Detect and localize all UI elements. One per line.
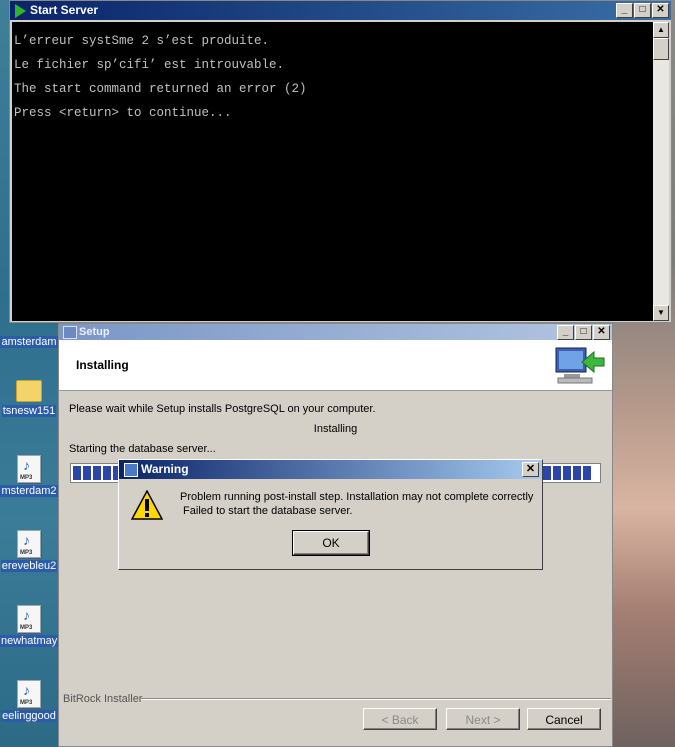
scroll-down-button[interactable]: ▼ [653,305,669,321]
progress-block [583,466,591,480]
installer-brand: BitRock Installer [63,693,146,705]
maximize-button[interactable]: □ [634,3,651,18]
next-button[interactable]: Next > [446,708,520,730]
close-button[interactable]: ✕ [522,462,539,477]
minimize-button[interactable]: _ [557,325,574,340]
cancel-button[interactable]: Cancel [527,708,601,730]
setup-heading: Installing [76,358,129,372]
console-line: L’erreur systSme 2 s’est produite. [14,34,270,48]
warning-titlebar[interactable]: Warning ✕ [119,460,542,479]
console-line: Press <return> to continue... [14,106,232,120]
setup-header: Installing [59,340,612,391]
setup-description: Please wait while Setup installs Postgre… [69,403,376,415]
folder-icon [16,380,42,402]
mp3-file-icon: ♪ MP3 [17,680,41,708]
setup-titlebar[interactable]: Setup _ □ ✕ [59,324,612,340]
progress-block [553,466,561,480]
warning-icon [131,490,163,520]
desktop-icon-label: amsterdam [0,336,58,348]
progress-block [563,466,571,480]
desktop-icon-label: tsnesw151 [1,405,57,417]
scroll-thumb[interactable] [653,38,669,60]
progress-block [83,466,91,480]
console-title-text: Start Server [30,3,99,17]
desktop-icon-mp3[interactable]: ♪ MP3 newhatmay [0,605,59,647]
desktop-icon-folder[interactable]: tsnesw151 [0,380,58,417]
mp3-file-icon: ♪ MP3 [17,605,41,633]
mp3-file-icon: ♪ MP3 [17,530,41,558]
progress-block [93,466,101,480]
warning-title-text: Warning [141,462,189,476]
console-line: Le fichier sp’cifi’ est introuvable. [14,58,285,72]
desktop-icon-mp3[interactable]: ♪ MP3 eelinggood [0,680,58,722]
footer-divider [141,698,611,700]
close-button[interactable]: ✕ [593,325,610,340]
console-output[interactable]: L’erreur systSme 2 s’est produite. Le fi… [12,22,654,321]
scroll-up-button[interactable]: ▲ [653,22,669,38]
console-line: The start command returned an error (2) [14,82,307,96]
warning-message-line2: Failed to start the database server. [180,505,353,517]
desktop-icon-label: msterdam2 [0,485,58,497]
warning-dialog: Warning ✕ Problem running post-install s… [118,459,543,570]
console-scrollbar[interactable]: ▲ ▼ [653,22,669,321]
desktop-icon-mp3[interactable]: ♪ MP3 msterdam2 [0,455,58,497]
close-button[interactable]: ✕ [652,3,669,18]
minimize-button[interactable]: _ [616,3,633,18]
progress-block [543,466,551,480]
desktop-icon-label: eelinggood [1,710,57,722]
ok-button[interactable]: OK [292,530,370,556]
desktop-icon-label: ereveblеu2 [0,560,58,572]
progress-block [103,466,111,480]
play-icon [15,4,26,18]
desktop-icon-amsterdam[interactable]: amsterdam [0,336,58,348]
setup-status-detail: Starting the database server... [69,443,216,455]
desktop-icon-mp3[interactable]: ♪ MP3 ereveblеu2 [0,530,58,572]
desktop-icon-label: newhatmay [0,635,59,647]
setup-status-center: Installing [313,423,358,435]
back-button[interactable]: < Back [363,708,437,730]
setup-app-icon [63,326,77,339]
progress-block [573,466,581,480]
setup-title-text: Setup [79,326,110,338]
mp3-file-icon: ♪ MP3 [17,455,41,483]
console-titlebar[interactable]: Start Server _ □ ✕ [10,1,671,20]
progress-block [73,466,81,480]
maximize-button[interactable]: □ [575,325,592,340]
app-icon [124,463,138,477]
installer-computer-icon [555,347,605,384]
start-server-console-window: Start Server _ □ ✕ L’erreur systSme 2 s’… [9,0,672,323]
warning-message-line1: Problem running post-install step. Insta… [180,491,534,503]
